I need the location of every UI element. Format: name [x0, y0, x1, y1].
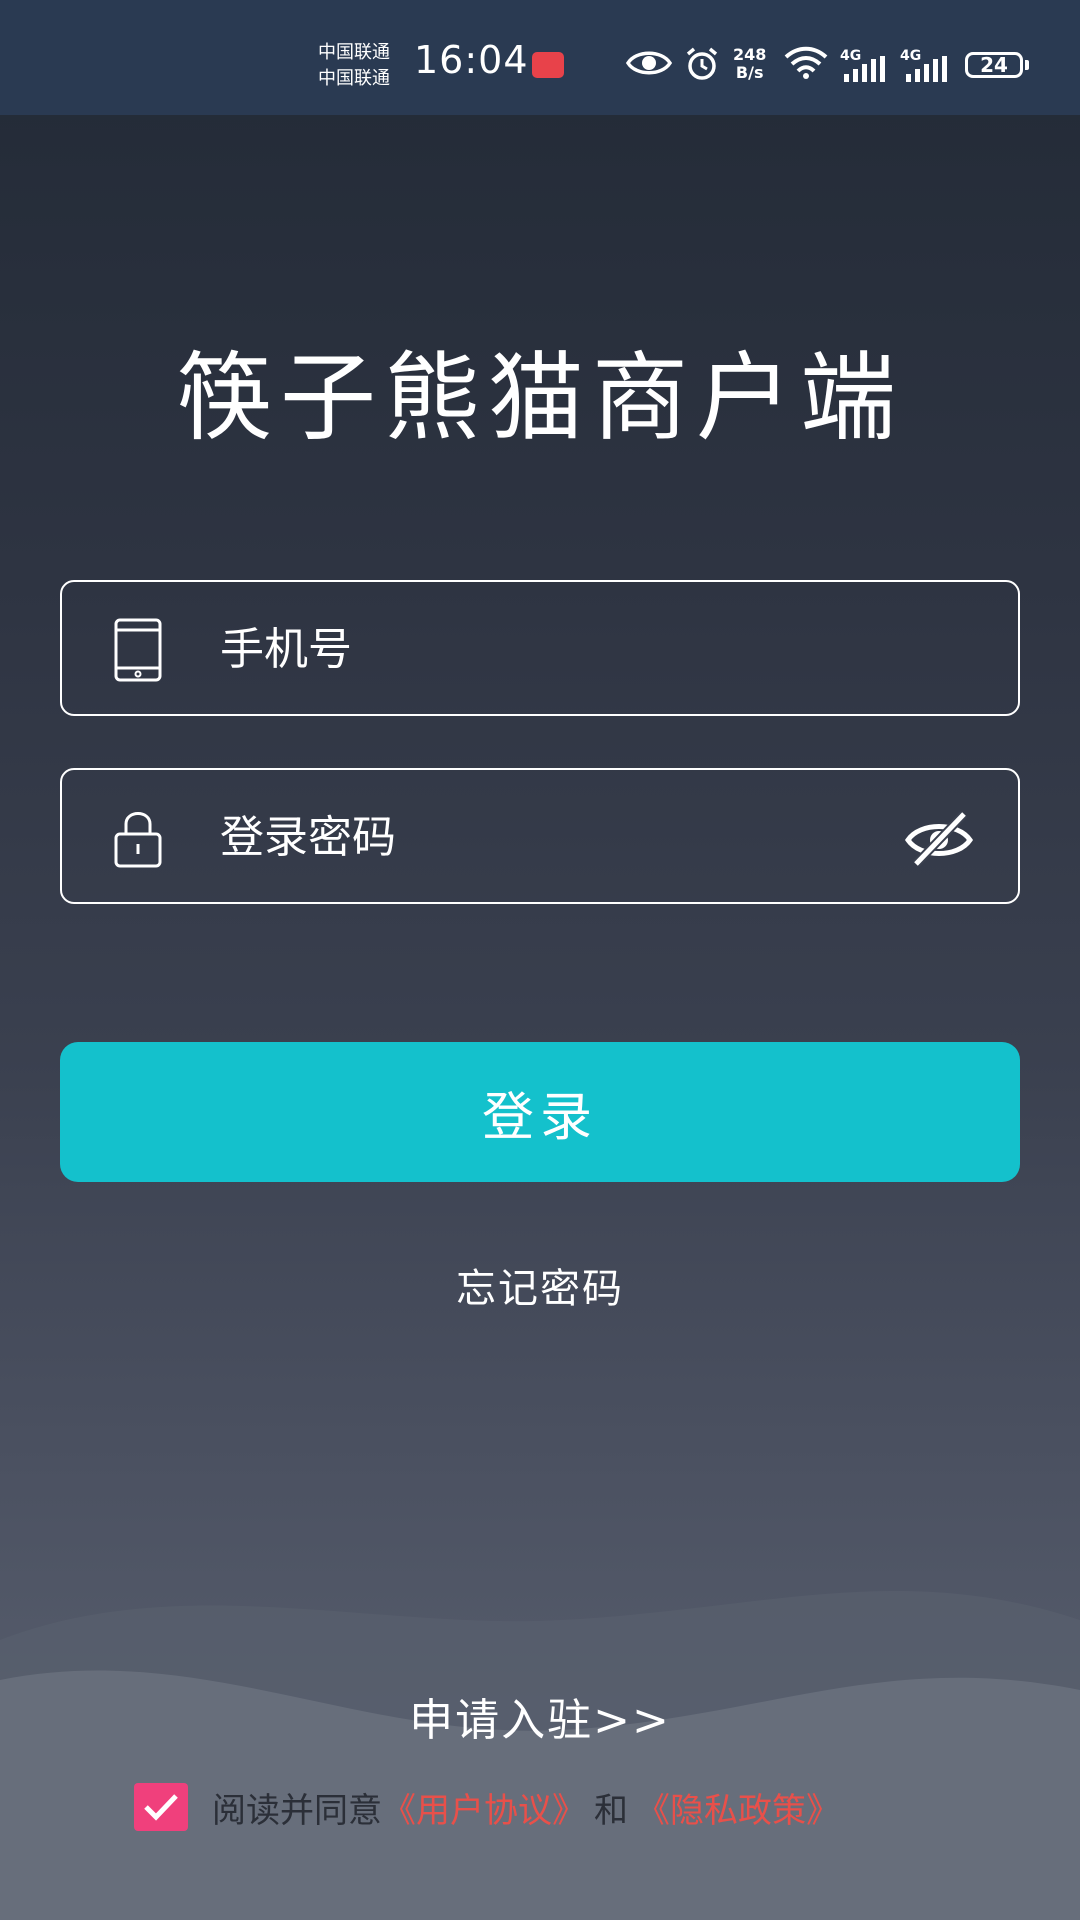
signal-icon	[906, 56, 947, 82]
login-screen: 中国联通 中国联通 16:04 248 B/s 4G 4G 24 筷子熊猫商户端…	[0, 0, 1080, 1920]
eye-icon	[626, 51, 672, 75]
carrier-2: 中国联通	[318, 68, 390, 89]
tablet-icon	[114, 618, 162, 682]
battery-level: 24	[980, 53, 1008, 77]
apply-merchant-link[interactable]: 申请入驻>>	[0, 1684, 1080, 1748]
network-speed: 248 B/s	[733, 45, 767, 82]
checkmark-icon	[144, 1794, 178, 1821]
battery-tip	[1025, 60, 1029, 70]
password-input[interactable]	[218, 800, 902, 874]
battery-icon: 24	[965, 52, 1023, 78]
login-button[interactable]: 登录	[60, 1042, 1020, 1182]
phone-field[interactable]	[60, 580, 1020, 716]
agreement-row: 阅读并同意 《用户协议》 和 《隐私政策》	[134, 1782, 840, 1832]
agree-and: 和	[594, 1790, 628, 1831]
lock-icon	[114, 812, 162, 868]
agree-checkbox[interactable]	[134, 1783, 188, 1831]
status-time: 16:04	[414, 38, 529, 82]
eye-off-icon[interactable]	[904, 808, 974, 868]
password-field[interactable]	[60, 768, 1020, 904]
carrier-info: 中国联通 中国联通	[318, 40, 390, 92]
app-title: 筷子熊猫商户端	[176, 342, 904, 454]
huawei-badge-icon	[532, 52, 564, 78]
status-bar: 中国联通 中国联通 16:04 248 B/s 4G 4G 24	[0, 0, 1080, 115]
forgot-password-link[interactable]: 忘记密码	[0, 1256, 1080, 1314]
phone-input[interactable]	[218, 612, 902, 686]
agree-prefix: 阅读并同意	[212, 1790, 382, 1831]
wave-decoration	[0, 1590, 1080, 1920]
user-agreement-link[interactable]: 《用户协议》	[382, 1783, 586, 1832]
signal-icon	[844, 56, 885, 82]
wifi-icon	[784, 46, 828, 79]
alarm-icon	[686, 47, 718, 80]
carrier-1: 中国联通	[318, 42, 390, 63]
privacy-policy-link[interactable]: 《隐私政策》	[636, 1783, 840, 1832]
